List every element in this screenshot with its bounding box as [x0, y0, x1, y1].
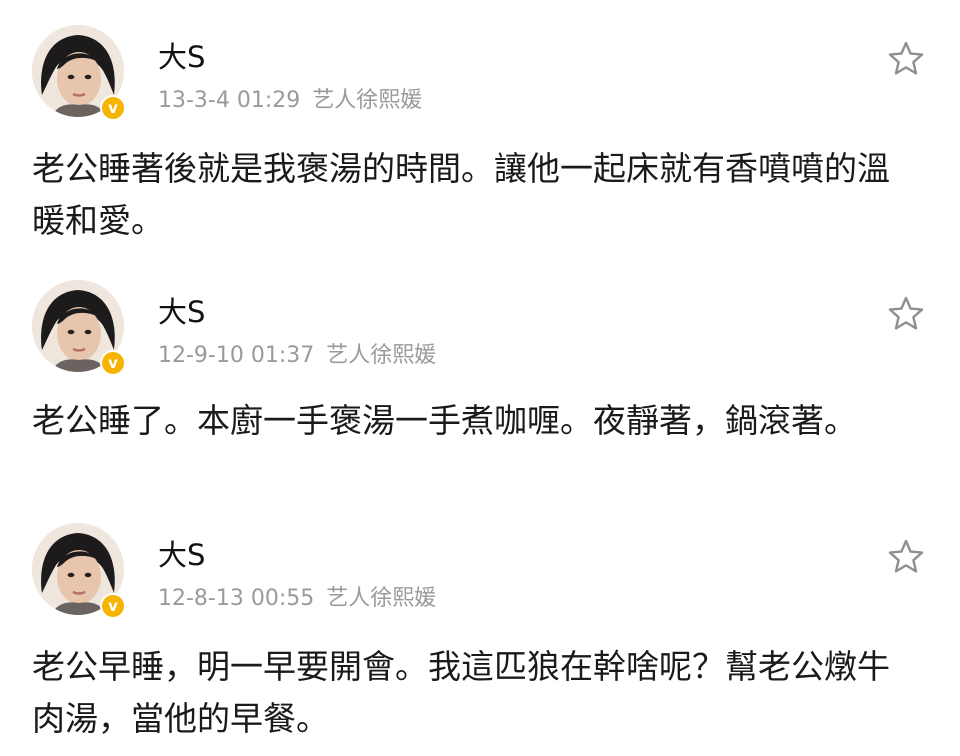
source-label: 艺人徐熙媛 — [326, 343, 437, 368]
avatar[interactable]: v — [32, 523, 128, 619]
post-text: 老公睡了。本廚一手褒湯一手煮咖喱。夜靜著，鍋滾著。 — [32, 401, 857, 440]
post-text: 老公早睡，明一早要開會。我這匹狼在幹啥呢？幫老公燉牛肉湯，當他的早餐。 — [32, 647, 890, 738]
post-meta: 13-3-4 01:29 艺人徐熙媛 — [158, 87, 422, 115]
timestamp: 12-8-13 00:55 — [158, 586, 315, 611]
source-label: 艺人徐熙媛 — [312, 88, 423, 113]
post-text: 老公睡著後就是我褒湯的時間。讓他一起床就有香噴噴的溫暖和愛。 — [32, 149, 890, 240]
star-outline-icon[interactable] — [886, 39, 926, 79]
username[interactable]: 大S — [158, 39, 205, 75]
weibo-feed: v 大S 13-3-4 01:29 艺人徐熙媛 老公睡著後就是我褒湯的時間。讓他一… — [0, 0, 960, 756]
verified-badge-icon: v — [100, 95, 126, 121]
post-meta: 12-8-13 00:55 艺人徐熙媛 — [158, 585, 436, 613]
username[interactable]: 大S — [158, 294, 205, 330]
username[interactable]: 大S — [158, 537, 205, 573]
post-meta: 12-9-10 01:37 艺人徐熙媛 — [158, 342, 436, 370]
timestamp: 13-3-4 01:29 — [158, 88, 301, 113]
avatar[interactable]: v — [32, 280, 128, 376]
source-label: 艺人徐熙媛 — [326, 586, 437, 611]
verified-badge-icon: v — [100, 593, 126, 619]
star-outline-icon[interactable] — [886, 294, 926, 334]
timestamp: 12-9-10 01:37 — [158, 343, 315, 368]
verified-badge-icon: v — [100, 350, 126, 376]
avatar[interactable]: v — [32, 25, 128, 121]
star-outline-icon[interactable] — [886, 537, 926, 577]
